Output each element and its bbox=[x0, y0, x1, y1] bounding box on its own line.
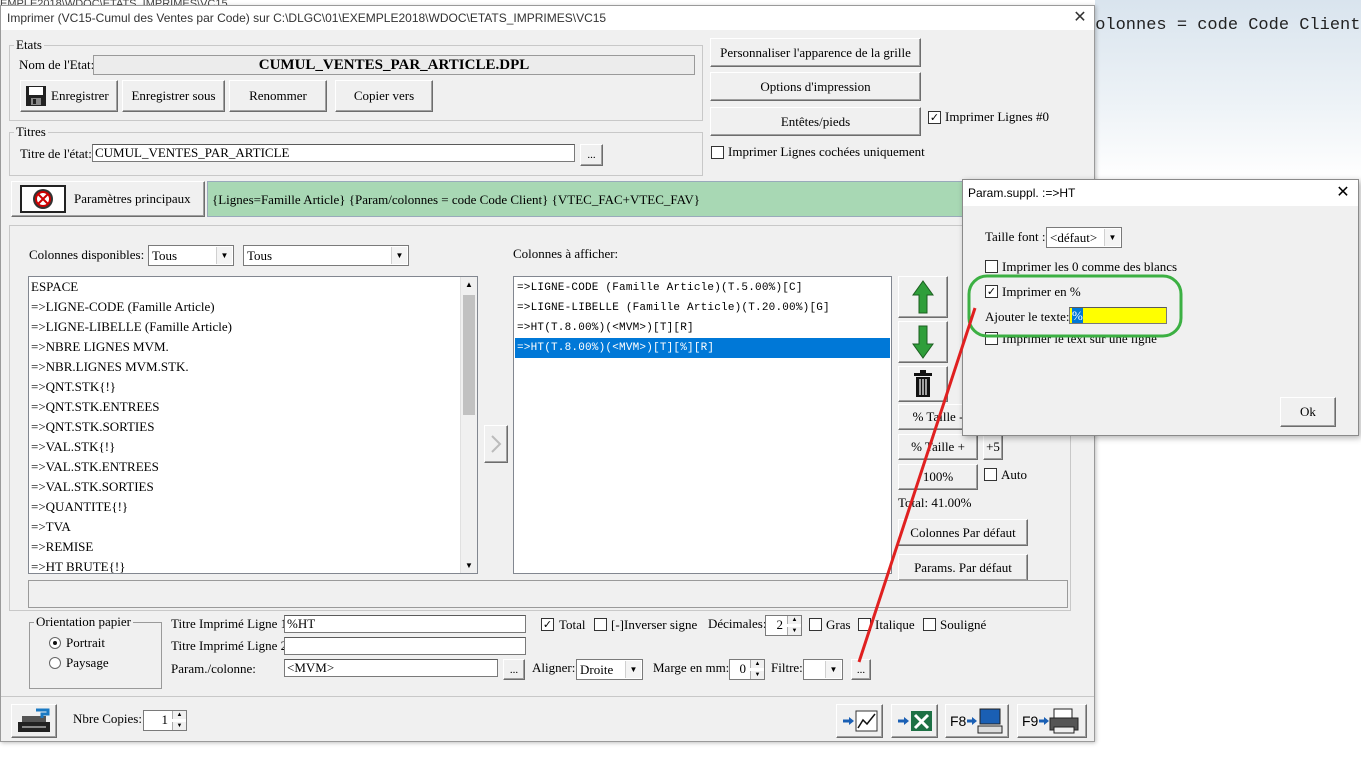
annotation-overlay bbox=[857, 274, 1183, 663]
highlight-circle bbox=[967, 274, 1183, 338]
annotation-arrow-line bbox=[857, 307, 977, 663]
